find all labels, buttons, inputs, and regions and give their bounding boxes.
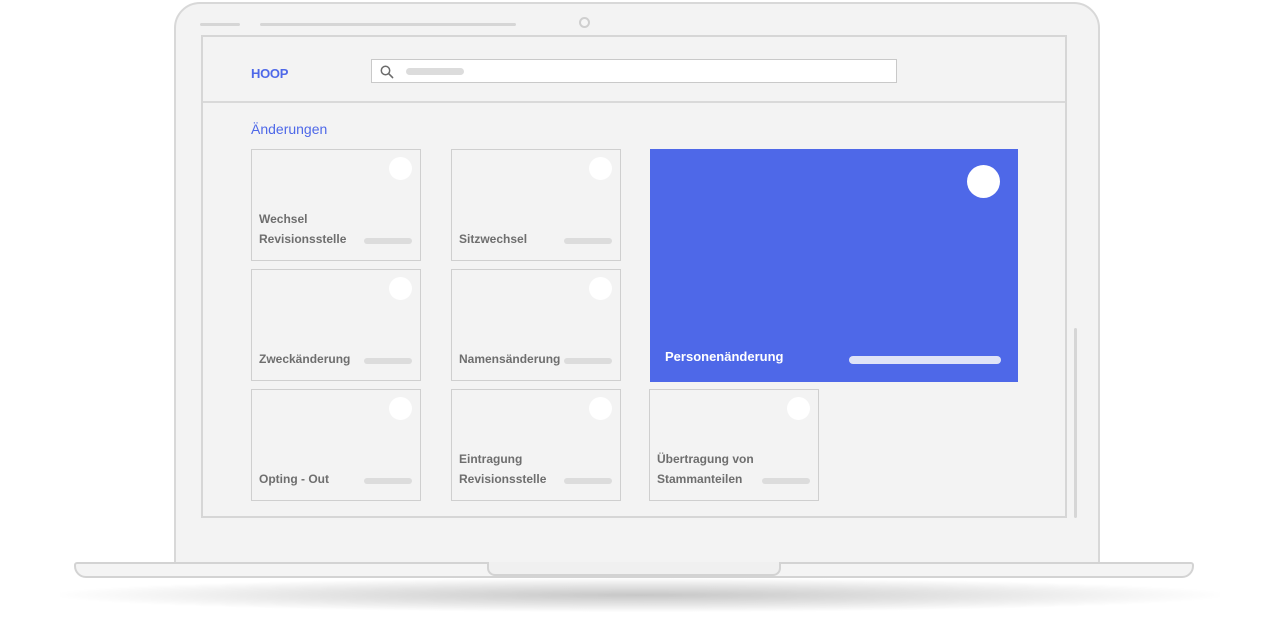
tile-namensaenderung[interactable]: Namensänderung — [451, 269, 621, 381]
tile-label: Opting - Out — [259, 472, 329, 486]
lid-decor-line — [200, 23, 240, 26]
tile-progress-pill — [364, 238, 412, 244]
tile-zweckaenderung[interactable]: Zweckänderung — [251, 269, 421, 381]
tile-uebertragung-stammanteile[interactable]: Übertragung von Stammanteilen — [649, 389, 819, 501]
tile-personenaenderung[interactable]: Personenänderung — [650, 149, 1018, 382]
tile-opting-out[interactable]: Opting - Out — [251, 389, 421, 501]
tile-status-dot — [589, 277, 612, 300]
scrollbar[interactable] — [1074, 328, 1077, 518]
tile-progress-pill — [364, 358, 412, 364]
tile-status-dot — [589, 157, 612, 180]
laptop-shadow — [60, 578, 1220, 612]
tile-sitzwechsel[interactable]: Sitzwechsel — [451, 149, 621, 261]
app-screen: HOOP Änderungen Wechsel Revisionsstelle … — [201, 35, 1067, 518]
tile-progress-pill — [364, 478, 412, 484]
laptop-notch — [487, 562, 781, 576]
tile-progress-pill — [762, 478, 810, 484]
tile-status-dot — [967, 165, 1000, 198]
tile-label: Personenänderung — [665, 349, 784, 364]
tile-status-dot — [389, 277, 412, 300]
tile-progress-pill — [849, 356, 1001, 364]
tile-eintragung-revisionsstelle[interactable]: Eintragung Revisionsstelle — [451, 389, 621, 501]
tile-progress-pill — [564, 358, 612, 364]
search-input[interactable] — [371, 59, 897, 83]
tile-status-dot — [787, 397, 810, 420]
lid-decor-line — [260, 23, 516, 26]
tile-label: Sitzwechsel — [459, 232, 528, 246]
tile-progress-pill — [564, 238, 612, 244]
header: HOOP — [203, 37, 1065, 103]
camera-icon — [579, 17, 590, 28]
tile-label: Übertragung von Stammanteilen — [657, 452, 754, 486]
tile-label: Wechsel Revisionsstelle — [259, 212, 347, 246]
logo[interactable]: HOOP — [251, 66, 288, 81]
tile-status-dot — [389, 157, 412, 180]
tile-status-dot — [589, 397, 612, 420]
search-placeholder-bar — [406, 68, 464, 75]
section-title: Änderungen — [251, 121, 328, 137]
tile-progress-pill — [564, 478, 612, 484]
tile-label: Eintragung Revisionsstelle — [459, 452, 547, 486]
search-icon — [380, 65, 394, 79]
tile-label: Namensänderung — [459, 352, 561, 366]
tile-status-dot — [389, 397, 412, 420]
tile-wechsel-revisionsstelle[interactable]: Wechsel Revisionsstelle — [251, 149, 421, 261]
tile-label: Zweckänderung — [259, 352, 351, 366]
